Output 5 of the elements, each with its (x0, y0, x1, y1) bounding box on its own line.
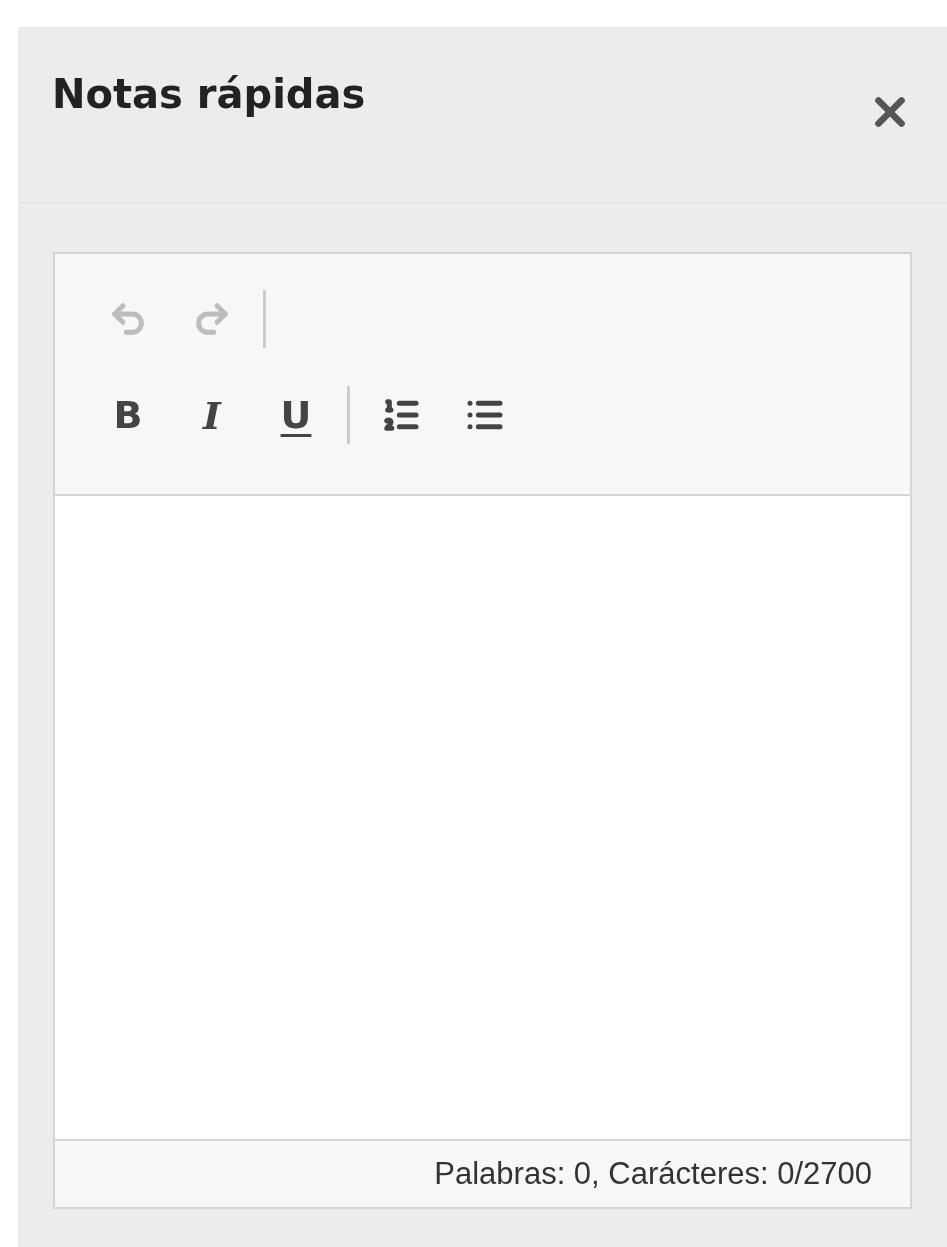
word-count: Palabras: 0, Carácteres: 0/2700 (55, 1139, 910, 1207)
bold-button[interactable]: B (95, 386, 161, 444)
underline-button[interactable]: U (263, 386, 329, 444)
panel-title: Notas rápidas (52, 71, 366, 117)
italic-button[interactable]: I (179, 386, 245, 444)
